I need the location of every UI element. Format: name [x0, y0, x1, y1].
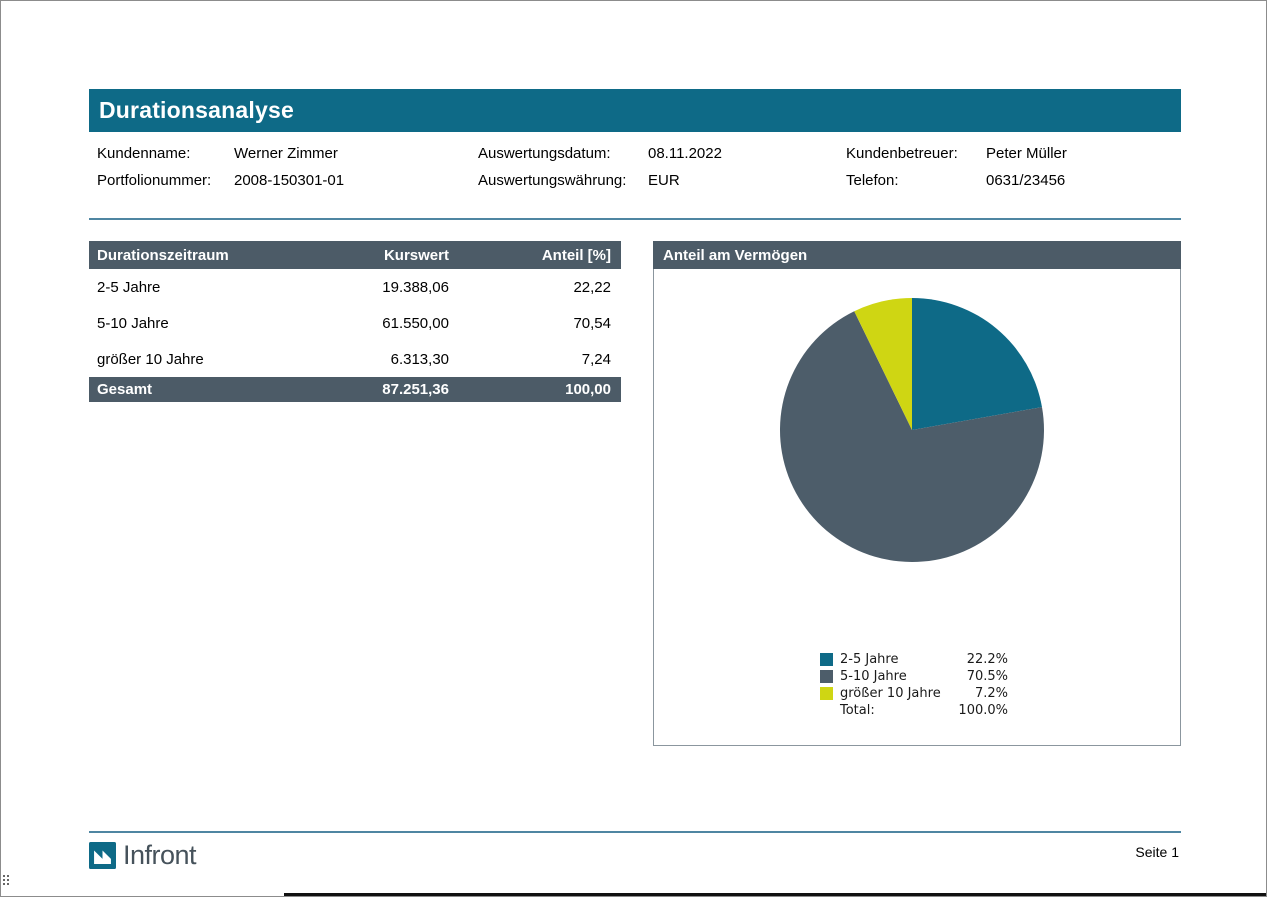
- legend-label: größer 10 Jahre: [840, 686, 956, 701]
- cell-anteil: 70,54: [459, 305, 621, 341]
- table-total-row: Gesamt 87.251,36 100,00: [89, 377, 621, 402]
- legend-swatch-teal: [820, 653, 833, 666]
- meta-label-telefon: Telefon:: [846, 172, 986, 189]
- legend-item: größer 10 Jahre 7.2%: [820, 685, 1008, 702]
- legend-value: 22.2%: [956, 652, 1008, 667]
- chart-panel-body: 2-5 Jahre 22.2% 5-10 Jahre 70.5% größer …: [653, 269, 1181, 746]
- meta-value-auswertungsdatum: 08.11.2022: [648, 145, 846, 162]
- chart-panel-title: Anteil am Vermögen: [663, 247, 807, 264]
- table-header-row: Durationszeitraum Kurswert Anteil [%]: [89, 241, 621, 269]
- table-row: 5-10 Jahre 61.550,00 70,54: [89, 305, 621, 341]
- legend-total-row: Total: 100.0%: [820, 702, 1008, 719]
- report-page: Durationsanalyse Kundenname: Werner Zimm…: [0, 0, 1267, 897]
- legend-total-label: Total:: [840, 703, 956, 718]
- legend-item: 5-10 Jahre 70.5%: [820, 668, 1008, 685]
- cell-label: größer 10 Jahre: [89, 341, 329, 377]
- pie-slice-0: [912, 298, 1042, 430]
- chart-panel: Anteil am Vermögen 2-5 Jahre 22.2% 5-10 …: [653, 241, 1181, 746]
- meta-value-kundenbetreuer: Peter Müller: [986, 145, 1181, 162]
- corner-dots-artifact: [3, 875, 11, 886]
- col-header-durationszeitraum: Durationszeitraum: [89, 241, 329, 269]
- infront-logo-icon: [89, 842, 116, 869]
- legend-total-value: 100.0%: [956, 703, 1008, 718]
- chart-panel-header: Anteil am Vermögen: [653, 241, 1181, 269]
- col-header-kurswert: Kurswert: [329, 241, 459, 269]
- legend-swatch-slate: [820, 670, 833, 683]
- report-title-bar: Durationsanalyse: [89, 89, 1181, 132]
- meta-value-portfolionummer: 2008-150301-01: [234, 172, 478, 189]
- duration-table-section: Durationszeitraum Kurswert Anteil [%] 2-…: [89, 241, 621, 402]
- cell-kurswert: 19.388,06: [329, 269, 459, 305]
- table-row: größer 10 Jahre 6.313,30 7,24: [89, 341, 621, 377]
- meta-label-kundenname: Kundenname:: [97, 145, 234, 162]
- duration-table: Durationszeitraum Kurswert Anteil [%] 2-…: [89, 241, 621, 402]
- meta-value-auswertungswaehrung: EUR: [648, 172, 846, 189]
- cell-anteil: 7,24: [459, 341, 621, 377]
- page-title: Durationsanalyse: [99, 97, 294, 124]
- legend-item: 2-5 Jahre 22.2%: [820, 651, 1008, 668]
- legend-value: 7.2%: [956, 686, 1008, 701]
- cell-label: 5-10 Jahre: [89, 305, 329, 341]
- legend-value: 70.5%: [956, 669, 1008, 684]
- meta-value-kundenname: Werner Zimmer: [234, 145, 478, 162]
- total-anteil: 100,00: [459, 377, 621, 402]
- page-number: Seite 1: [1135, 844, 1179, 860]
- window-bottom-edge: [284, 893, 1266, 896]
- brand-name: Infront: [123, 840, 196, 871]
- report-meta: Kundenname: Werner Zimmer Auswertungsdat…: [89, 140, 1181, 194]
- pie-chart: [777, 295, 1047, 565]
- legend-label: 2-5 Jahre: [840, 652, 956, 667]
- meta-label-auswertungswaehrung: Auswertungswährung:: [478, 172, 648, 189]
- meta-value-telefon: 0631/23456: [986, 172, 1181, 189]
- divider-top: [89, 218, 1181, 220]
- table-row: 2-5 Jahre 19.388,06 22,22: [89, 269, 621, 305]
- meta-label-auswertungsdatum: Auswertungsdatum:: [478, 145, 648, 162]
- meta-label-kundenbetreuer: Kundenbetreuer:: [846, 145, 986, 162]
- cell-kurswert: 61.550,00: [329, 305, 459, 341]
- divider-bottom: [89, 831, 1181, 833]
- legend-label: 5-10 Jahre: [840, 669, 956, 684]
- chart-legend: 2-5 Jahre 22.2% 5-10 Jahre 70.5% größer …: [820, 651, 1008, 719]
- cell-label: 2-5 Jahre: [89, 269, 329, 305]
- legend-swatch-spacer: [820, 704, 833, 717]
- total-label: Gesamt: [89, 377, 329, 402]
- total-kurswert: 87.251,36: [329, 377, 459, 402]
- brand-logo: Infront: [89, 840, 196, 871]
- col-header-anteil: Anteil [%]: [459, 241, 621, 269]
- cell-anteil: 22,22: [459, 269, 621, 305]
- meta-label-portfolionummer: Portfolionummer:: [97, 172, 234, 189]
- cell-kurswert: 6.313,30: [329, 341, 459, 377]
- legend-swatch-yellow: [820, 687, 833, 700]
